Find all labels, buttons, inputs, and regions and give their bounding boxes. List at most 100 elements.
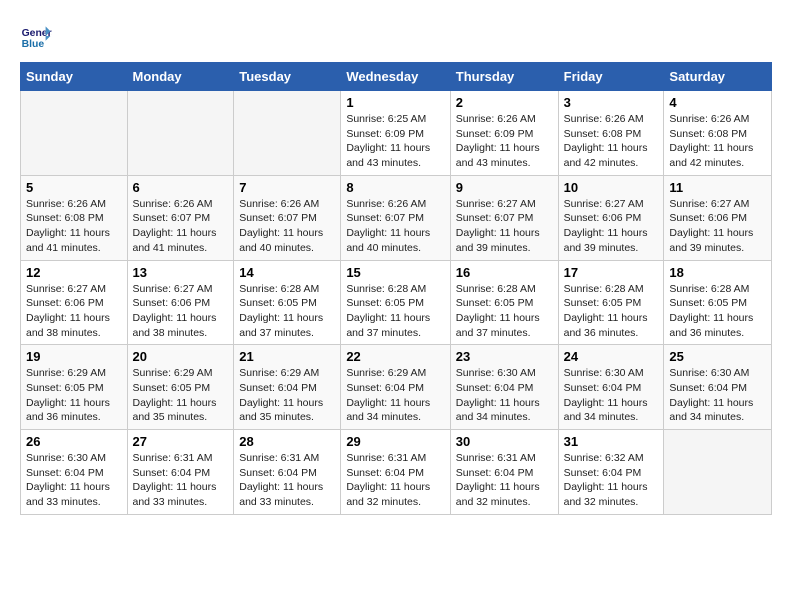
day-cell: 24 Sunrise: 6:30 AM Sunset: 6:04 PM Dayli…: [558, 345, 664, 430]
day-number: 1: [346, 95, 444, 110]
day-cell: 3Sunrise: 6:26 AM Sunset: 6:08 PM Daylig…: [558, 91, 664, 176]
day-number: 14: [239, 265, 335, 280]
day-header-saturday: Saturday: [664, 63, 772, 91]
day-header-sunday: Sunday: [21, 63, 128, 91]
day-info: Sunrise: 6:28 AM Sunset: 6:05 PM Dayligh…: [456, 282, 553, 341]
calendar-table: SundayMondayTuesdayWednesdayThursdayFrid…: [20, 62, 772, 515]
day-cell: 22Sunrise: 6:29 AM Sunset: 6:04 PM Dayli…: [341, 345, 450, 430]
day-info: Sunrise: 6:30 AM Sunset: 6:04 PM Dayligh…: [26, 451, 122, 510]
day-info: Sunrise: 6:28 AM Sunset: 6:05 PM Dayligh…: [669, 282, 766, 341]
day-info: Sunrise: 6:31 AM Sunset: 6:04 PM Dayligh…: [133, 451, 229, 510]
day-cell: 19Sunrise: 6:29 AM Sunset: 6:05 PM Dayli…: [21, 345, 128, 430]
day-cell: [664, 430, 772, 515]
week-row-3: 12 Sunrise: 6:27 AM Sunset: 6:06 PM Dayli…: [21, 260, 772, 345]
day-cell: 9Sunrise: 6:27 AM Sunset: 6:07 PM Daylig…: [450, 175, 558, 260]
day-cell: 20Sunrise: 6:29 AM Sunset: 6:05 PM Dayli…: [127, 345, 234, 430]
day-cell: 12 Sunrise: 6:27 AM Sunset: 6:06 PM Dayli…: [21, 260, 128, 345]
day-cell: 28Sunrise: 6:31 AM Sunset: 6:04 PM Dayli…: [234, 430, 341, 515]
header-row: SundayMondayTuesdayWednesdayThursdayFrid…: [21, 63, 772, 91]
day-number: 12: [26, 265, 122, 280]
day-cell: 18 Sunrise: 6:28 AM Sunset: 6:05 PM Dayli…: [664, 260, 772, 345]
day-number: 4: [669, 95, 766, 110]
day-info: Sunrise: 6:27 AM Sunset: 6:06 PM Dayligh…: [564, 197, 659, 256]
day-number: 7: [239, 180, 335, 195]
day-info: Sunrise: 6:26 AM Sunset: 6:08 PM Dayligh…: [26, 197, 122, 256]
day-cell: 31 Sunrise: 6:32 AM Sunset: 6:04 PM Dayli…: [558, 430, 664, 515]
day-cell: 10Sunrise: 6:27 AM Sunset: 6:06 PM Dayli…: [558, 175, 664, 260]
week-row-2: 5 Sunrise: 6:26 AM Sunset: 6:08 PM Daylig…: [21, 175, 772, 260]
logo-icon: General Blue: [20, 20, 52, 52]
day-header-monday: Monday: [127, 63, 234, 91]
day-cell: [127, 91, 234, 176]
day-number: 5: [26, 180, 122, 195]
day-info: Sunrise: 6:29 AM Sunset: 6:04 PM Dayligh…: [239, 366, 335, 425]
page-header: General Blue: [20, 20, 772, 52]
day-info: Sunrise: 6:31 AM Sunset: 6:04 PM Dayligh…: [456, 451, 553, 510]
day-number: 26: [26, 434, 122, 449]
day-number: 21: [239, 349, 335, 364]
day-number: 23: [456, 349, 553, 364]
day-info: Sunrise: 6:28 AM Sunset: 6:05 PM Dayligh…: [564, 282, 659, 341]
day-cell: 21 Sunrise: 6:29 AM Sunset: 6:04 PM Dayli…: [234, 345, 341, 430]
svg-text:Blue: Blue: [22, 39, 45, 50]
day-number: 2: [456, 95, 553, 110]
day-info: Sunrise: 6:26 AM Sunset: 6:07 PM Dayligh…: [133, 197, 229, 256]
day-header-thursday: Thursday: [450, 63, 558, 91]
day-cell: 6 Sunrise: 6:26 AM Sunset: 6:07 PM Daylig…: [127, 175, 234, 260]
day-cell: 14 Sunrise: 6:28 AM Sunset: 6:05 PM Dayli…: [234, 260, 341, 345]
logo: General Blue: [20, 20, 56, 52]
day-cell: 23 Sunrise: 6:30 AM Sunset: 6:04 PM Dayli…: [450, 345, 558, 430]
day-info: Sunrise: 6:26 AM Sunset: 6:07 PM Dayligh…: [346, 197, 444, 256]
day-number: 8: [346, 180, 444, 195]
day-info: Sunrise: 6:31 AM Sunset: 6:04 PM Dayligh…: [346, 451, 444, 510]
day-number: 6: [133, 180, 229, 195]
day-cell: 8 Sunrise: 6:26 AM Sunset: 6:07 PM Daylig…: [341, 175, 450, 260]
day-info: Sunrise: 6:27 AM Sunset: 6:06 PM Dayligh…: [669, 197, 766, 256]
day-info: Sunrise: 6:31 AM Sunset: 6:04 PM Dayligh…: [239, 451, 335, 510]
day-number: 15: [346, 265, 444, 280]
day-cell: [234, 91, 341, 176]
day-number: 25: [669, 349, 766, 364]
day-number: 11: [669, 180, 766, 195]
day-cell: [21, 91, 128, 176]
week-row-5: 26 Sunrise: 6:30 AM Sunset: 6:04 PM Dayli…: [21, 430, 772, 515]
day-number: 29: [346, 434, 444, 449]
day-info: Sunrise: 6:29 AM Sunset: 6:05 PM Dayligh…: [133, 366, 229, 425]
day-info: Sunrise: 6:32 AM Sunset: 6:04 PM Dayligh…: [564, 451, 659, 510]
day-info: Sunrise: 6:27 AM Sunset: 6:06 PM Dayligh…: [133, 282, 229, 341]
day-cell: 15 Sunrise: 6:28 AM Sunset: 6:05 PM Dayli…: [341, 260, 450, 345]
day-cell: 1 Sunrise: 6:25 AM Sunset: 6:09 PM Daylig…: [341, 91, 450, 176]
day-cell: 7Sunrise: 6:26 AM Sunset: 6:07 PM Daylig…: [234, 175, 341, 260]
day-number: 13: [133, 265, 229, 280]
day-cell: 11 Sunrise: 6:27 AM Sunset: 6:06 PM Dayli…: [664, 175, 772, 260]
day-info: Sunrise: 6:26 AM Sunset: 6:08 PM Dayligh…: [564, 112, 659, 171]
day-info: Sunrise: 6:30 AM Sunset: 6:04 PM Dayligh…: [564, 366, 659, 425]
day-cell: 2Sunrise: 6:26 AM Sunset: 6:09 PM Daylig…: [450, 91, 558, 176]
day-number: 31: [564, 434, 659, 449]
day-cell: 4 Sunrise: 6:26 AM Sunset: 6:08 PM Daylig…: [664, 91, 772, 176]
day-cell: 17Sunrise: 6:28 AM Sunset: 6:05 PM Dayli…: [558, 260, 664, 345]
week-row-4: 19Sunrise: 6:29 AM Sunset: 6:05 PM Dayli…: [21, 345, 772, 430]
day-cell: 27Sunrise: 6:31 AM Sunset: 6:04 PM Dayli…: [127, 430, 234, 515]
day-header-friday: Friday: [558, 63, 664, 91]
day-cell: 16 Sunrise: 6:28 AM Sunset: 6:05 PM Dayli…: [450, 260, 558, 345]
day-info: Sunrise: 6:27 AM Sunset: 6:07 PM Dayligh…: [456, 197, 553, 256]
day-info: Sunrise: 6:26 AM Sunset: 6:08 PM Dayligh…: [669, 112, 766, 171]
day-cell: 29 Sunrise: 6:31 AM Sunset: 6:04 PM Dayli…: [341, 430, 450, 515]
day-info: Sunrise: 6:30 AM Sunset: 6:04 PM Dayligh…: [669, 366, 766, 425]
day-number: 18: [669, 265, 766, 280]
day-info: Sunrise: 6:25 AM Sunset: 6:09 PM Dayligh…: [346, 112, 444, 171]
day-info: Sunrise: 6:28 AM Sunset: 6:05 PM Dayligh…: [346, 282, 444, 341]
day-header-wednesday: Wednesday: [341, 63, 450, 91]
day-number: 24: [564, 349, 659, 364]
day-info: Sunrise: 6:27 AM Sunset: 6:06 PM Dayligh…: [26, 282, 122, 341]
day-info: Sunrise: 6:30 AM Sunset: 6:04 PM Dayligh…: [456, 366, 553, 425]
day-info: Sunrise: 6:28 AM Sunset: 6:05 PM Dayligh…: [239, 282, 335, 341]
day-info: Sunrise: 6:29 AM Sunset: 6:05 PM Dayligh…: [26, 366, 122, 425]
day-number: 30: [456, 434, 553, 449]
day-number: 16: [456, 265, 553, 280]
week-row-1: 1 Sunrise: 6:25 AM Sunset: 6:09 PM Daylig…: [21, 91, 772, 176]
day-header-tuesday: Tuesday: [234, 63, 341, 91]
day-cell: 25 Sunrise: 6:30 AM Sunset: 6:04 PM Dayli…: [664, 345, 772, 430]
day-cell: 13 Sunrise: 6:27 AM Sunset: 6:06 PM Dayli…: [127, 260, 234, 345]
